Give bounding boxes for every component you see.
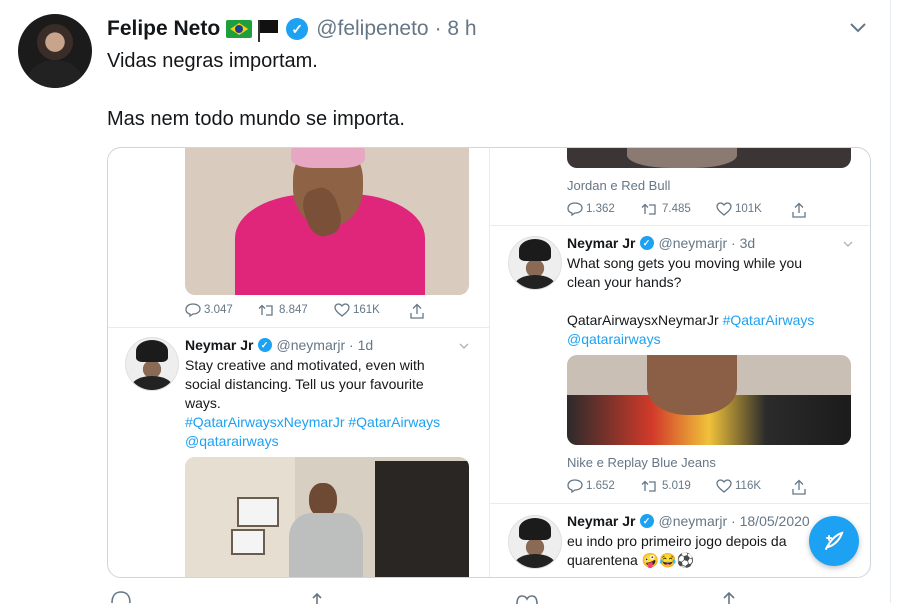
reply-icon xyxy=(185,303,201,317)
neymar-pink-suit-photo[interactable] xyxy=(185,148,469,295)
author-name[interactable]: Felipe Neto xyxy=(107,17,220,41)
embedded-handle[interactable]: @neymarjr · 18/05/2020 xyxy=(659,513,810,529)
share-icon[interactable] xyxy=(410,303,424,319)
tweet-actions-bar-partial xyxy=(107,590,887,604)
like-icon[interactable] xyxy=(515,590,539,604)
embedded-tweet-text: eu indo pro primeiro jogo depois da quar… xyxy=(567,532,827,570)
row-divider xyxy=(489,503,870,504)
text-line: What song gets you moving while you xyxy=(567,255,803,271)
share-icon[interactable] xyxy=(792,202,806,218)
verified-icon: ✓ xyxy=(257,338,272,352)
reply-count: 3.047 xyxy=(204,304,233,316)
jordan-photo[interactable] xyxy=(567,148,851,168)
black-flag-icon xyxy=(256,20,279,42)
compose-icon xyxy=(825,531,844,550)
neymar-room-photo[interactable] xyxy=(185,457,469,577)
verified-icon: ✓ xyxy=(639,236,654,250)
tweet-header: Felipe Neto ✓ @felipeneto · 8 h xyxy=(107,14,477,44)
retweet-count: 8.847 xyxy=(279,304,308,316)
plain-tag-text: QatarAirwaysxNeymarJr xyxy=(567,312,719,328)
reply-icon[interactable] xyxy=(110,590,132,604)
embedded-tweet-text: What song gets you moving while you clea… xyxy=(567,254,862,349)
retweet-action[interactable]: 8.847 xyxy=(258,303,308,317)
retweet-action[interactable]: 5.019 xyxy=(641,479,691,493)
retweet-count: 7.485 xyxy=(662,203,691,215)
embedded-tweet-header: Neymar Jr ✓ @neymarjr · 18/05/2020 xyxy=(567,513,810,529)
like-count: 101K xyxy=(735,203,762,215)
text-line-with-emoji: quarentena 🤪😂⚽ xyxy=(567,551,827,570)
mention-link[interactable]: @qatarairways xyxy=(185,432,480,451)
column-divider xyxy=(489,148,490,577)
reply-action[interactable]: 1.652 xyxy=(567,479,615,493)
text-line: ways. xyxy=(185,395,221,411)
attached-screenshot[interactable]: 3.047 8.847 161K Neymar Jr ✓ @neymarjr ·… xyxy=(107,147,871,578)
neymar-sweater-photo[interactable] xyxy=(567,355,851,445)
tweet-text-line2: Mas nem todo mundo se importa. xyxy=(107,108,405,130)
author-avatar[interactable] xyxy=(18,14,92,88)
text-line: Stay creative and motivated, even with xyxy=(185,357,425,373)
chevron-down-icon[interactable] xyxy=(848,18,868,38)
compose-tweet-button[interactable] xyxy=(809,516,859,566)
hashtag-link[interactable]: #QatarAirways xyxy=(723,312,815,328)
emoji-icons: 🤪😂⚽ xyxy=(641,552,695,568)
retweet-icon xyxy=(258,304,273,316)
embedded-author-name[interactable]: Neymar Jr xyxy=(567,235,636,251)
share-icon[interactable] xyxy=(792,479,806,495)
reply-action[interactable]: 1.362 xyxy=(567,202,615,216)
row-divider xyxy=(489,225,870,226)
column-border xyxy=(890,0,891,603)
verified-icon: ✓ xyxy=(286,18,309,40)
like-action[interactable]: 116K xyxy=(716,479,761,493)
neymar-avatar[interactable] xyxy=(508,236,562,290)
text-line: clean your hands? xyxy=(567,274,682,290)
embedded-tweet-header: Neymar Jr ✓ @neymarjr · 3d xyxy=(567,235,755,251)
embedded-tweet-header: Neymar Jr ✓ @neymarjr · 1d xyxy=(185,337,373,353)
neymar-avatar[interactable] xyxy=(125,337,179,391)
reply-count: 1.652 xyxy=(586,480,615,492)
like-count: 116K xyxy=(735,480,762,492)
row-divider xyxy=(108,327,489,328)
tweet-time[interactable]: · 8 h xyxy=(435,17,477,41)
embedded-tweet-text: Stay creative and motivated, even with s… xyxy=(185,356,480,451)
reply-icon xyxy=(567,202,583,216)
reply-action[interactable]: 3.047 xyxy=(185,303,233,317)
retweet-icon[interactable] xyxy=(312,590,336,604)
embedded-author-name[interactable]: Neymar Jr xyxy=(567,513,636,529)
like-action[interactable]: 101K xyxy=(716,202,762,216)
like-action[interactable]: 161K xyxy=(334,303,380,317)
neymar-avatar[interactable] xyxy=(508,515,562,569)
photo-caption: Jordan e Red Bull xyxy=(567,178,671,193)
like-icon xyxy=(716,202,732,216)
text-line: eu indo pro primeiro jogo depois da xyxy=(567,533,787,549)
retweet-action[interactable]: 7.485 xyxy=(641,202,691,216)
embedded-handle[interactable]: @neymarjr · 3d xyxy=(659,235,756,251)
reply-icon xyxy=(567,479,583,493)
text-line: social distancing. Tell us your favourit… xyxy=(185,376,424,392)
photo-caption: Nike e Replay Blue Jeans xyxy=(567,455,716,470)
brazil-flag-icon xyxy=(226,20,253,38)
reply-count: 1.362 xyxy=(586,203,615,215)
verified-icon: ✓ xyxy=(639,514,654,528)
chevron-down-icon[interactable] xyxy=(842,238,854,250)
hashtag-line: QatarAirwaysxNeymarJr #QatarAirways xyxy=(567,311,862,330)
text-line: quarentena xyxy=(567,552,638,568)
embedded-author-name[interactable]: Neymar Jr xyxy=(185,337,254,353)
mention-link[interactable]: @qatarairways xyxy=(567,330,862,349)
like-icon xyxy=(334,303,350,317)
retweet-count: 5.019 xyxy=(662,480,691,492)
retweet-icon xyxy=(641,203,656,215)
author-handle[interactable]: @felipeneto xyxy=(316,17,428,41)
tweet-text-line1: Vidas negras importam. xyxy=(107,50,318,72)
hashtag-link[interactable]: #QatarAirwaysxNeymarJr #QatarAirways xyxy=(185,413,480,432)
share-icon[interactable] xyxy=(720,590,738,604)
like-icon xyxy=(716,479,732,493)
chevron-down-icon[interactable] xyxy=(458,340,470,352)
like-count: 161K xyxy=(353,304,380,316)
embedded-handle[interactable]: @neymarjr · 1d xyxy=(277,337,374,353)
retweet-icon xyxy=(641,480,656,492)
